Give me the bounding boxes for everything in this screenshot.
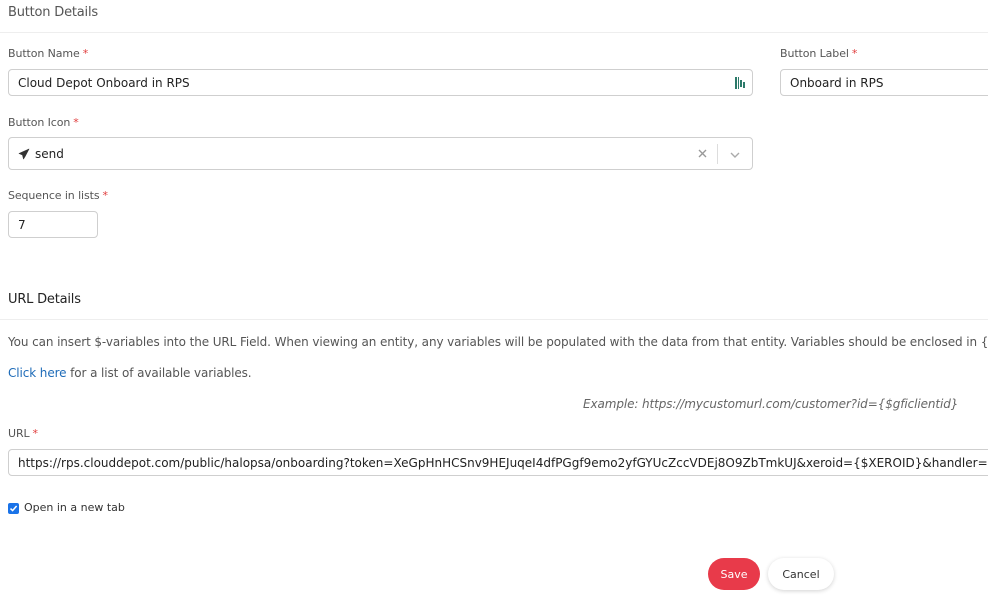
url-help-text: You can insert $-variables into the URL … bbox=[8, 335, 988, 349]
open-new-tab-checkbox[interactable] bbox=[8, 503, 19, 514]
button-name-value: Cloud Depot Onboard in RPS bbox=[18, 75, 190, 90]
open-new-tab-label: Open in a new tab bbox=[24, 501, 125, 514]
url-label: URL * bbox=[8, 427, 38, 440]
variables-help: Click here for a list of available varia… bbox=[8, 366, 252, 380]
button-icon-label: Button Icon * bbox=[8, 116, 79, 129]
section-divider bbox=[0, 319, 988, 320]
button-label-label: Button Label * bbox=[780, 47, 858, 60]
url-value: https://rps.clouddepot.com/public/halops… bbox=[18, 455, 988, 470]
button-icon-value: send bbox=[35, 146, 64, 161]
variables-help-suffix: for a list of available variables. bbox=[66, 366, 252, 380]
send-icon bbox=[18, 148, 30, 160]
cancel-button[interactable]: Cancel bbox=[768, 558, 834, 590]
section-divider bbox=[0, 32, 988, 33]
clear-icon[interactable] bbox=[697, 148, 708, 159]
url-example: Example: https://mycustomurl.com/custome… bbox=[583, 397, 959, 411]
sequence-input[interactable]: 7 bbox=[8, 211, 98, 238]
click-here-link[interactable]: Click here bbox=[8, 366, 67, 380]
chevron-down-icon[interactable] bbox=[729, 149, 741, 159]
button-name-label: Button Name * bbox=[8, 47, 89, 60]
button-label-input[interactable]: Onboard in RPS bbox=[780, 69, 988, 96]
button-name-input[interactable]: Cloud Depot Onboard in RPS bbox=[8, 69, 753, 96]
sequence-value: 7 bbox=[18, 217, 26, 232]
url-input[interactable]: https://rps.clouddepot.com/public/halops… bbox=[8, 449, 988, 476]
button-icon-select[interactable]: send bbox=[8, 137, 753, 170]
section-title-url-details: URL Details bbox=[8, 292, 81, 307]
select-separator bbox=[717, 144, 718, 164]
save-button[interactable]: Save bbox=[708, 558, 760, 590]
check-icon bbox=[9, 505, 18, 512]
sequence-label: Sequence in lists * bbox=[8, 189, 108, 202]
barcode-icon[interactable] bbox=[734, 76, 746, 90]
button-label-value: Onboard in RPS bbox=[790, 75, 884, 90]
section-title-button-details: Button Details bbox=[8, 5, 98, 20]
